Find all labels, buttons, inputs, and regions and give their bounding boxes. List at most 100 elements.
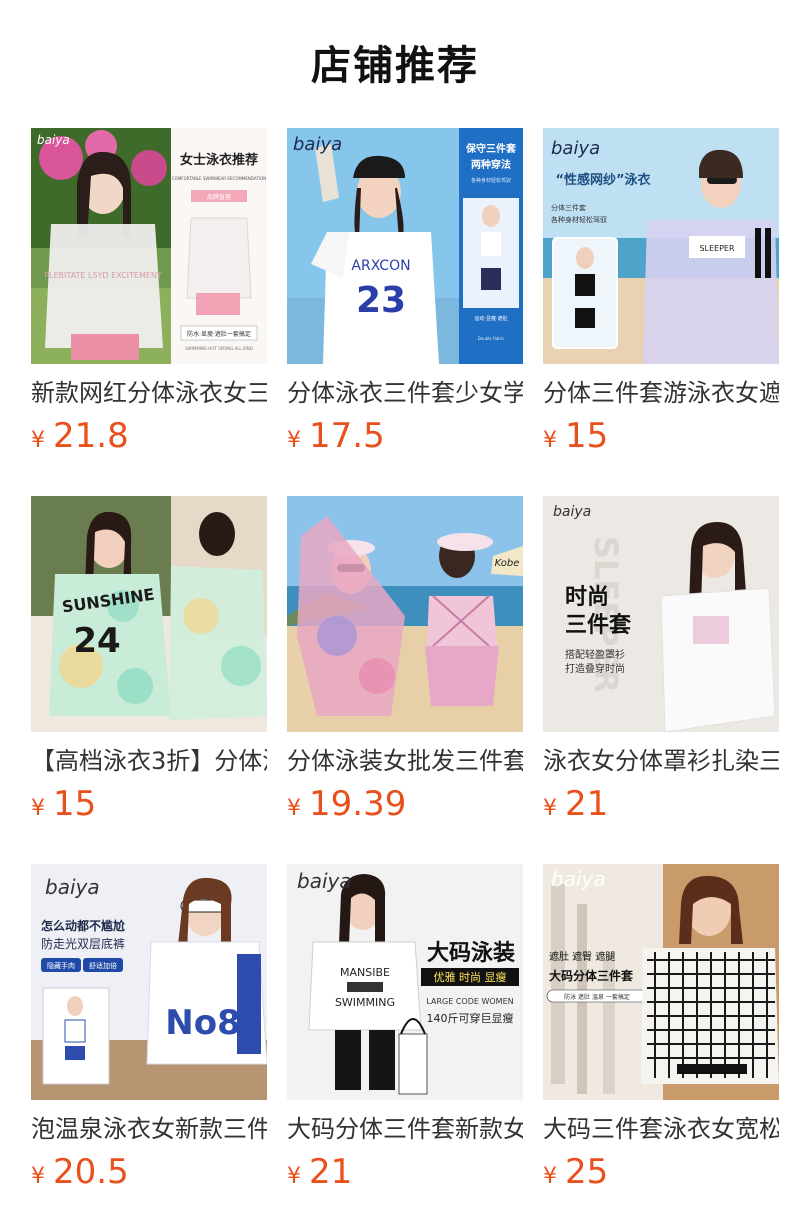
image-text: 防水·显瘦·遮肚一套搞定 <box>187 330 251 338</box>
price-row: ¥ 20.5 <box>31 1152 267 1192</box>
image-text: 防泳 遮肚 温泉 一套搞定 <box>564 993 630 1001</box>
product-name[interactable]: 泡温泉泳衣女新款三件套 <box>31 1112 267 1146</box>
currency-symbol: ¥ <box>31 428 45 453</box>
product-price: 17.5 <box>309 416 385 456</box>
product-image[interactable]: 遮肚 遮臀 遮腿 大码分体三件套 防泳 遮肚 温泉 一套搞定 baiya <box>543 864 779 1100</box>
price-row: ¥ 21 <box>543 784 779 824</box>
product-image[interactable]: 怎么动都不尴尬 防走光双层底裤 隐藏手肉 舒适加倍 No8 baiya <box>31 864 267 1100</box>
image-text: No8 <box>165 1003 240 1043</box>
store-recommendation-page: 店铺推荐 女士泳衣推荐 COMFORTABLE SWIMWEAR RECOMME… <box>0 0 790 1232</box>
image-text: MANSIBE <box>340 966 390 979</box>
image-text: 品牌直营 <box>207 193 231 201</box>
product-name[interactable]: 分体泳装女批发三件套扎染 <box>287 744 523 778</box>
currency-symbol: ¥ <box>31 1164 45 1189</box>
price-row: ¥ 19.39 <box>287 784 523 824</box>
price-row: ¥ 17.5 <box>287 416 523 456</box>
image-text: SWIMMING HOT SPRING ALL KIND <box>185 346 253 351</box>
image-brand: baiya <box>297 869 352 893</box>
price-row: ¥ 25 <box>543 1152 779 1192</box>
product-name[interactable]: 分体泳衣三件套少女学生 <box>287 376 523 410</box>
image-text: 优雅 时尚 显瘦 <box>434 970 507 984</box>
image-text: ARXCON <box>351 258 410 274</box>
image-text: SLEEPER <box>699 244 735 253</box>
product-price: 15 <box>565 416 609 456</box>
product-card[interactable]: 大码泳装 优雅 时尚 显瘦 LARGE CODE WOMEN 140斤可穿巨显瘦… <box>287 864 523 1232</box>
product-card[interactable]: SLEEPER 时尚 三件套 搭配轻盈罩衫 打造叠穿时尚 baiya 泳衣女分体… <box>543 496 779 864</box>
product-price: 15 <box>53 784 97 824</box>
product-image[interactable]: SLEEPER 时尚 三件套 搭配轻盈罩衫 打造叠穿时尚 baiya <box>543 496 779 732</box>
currency-symbol: ¥ <box>287 428 301 453</box>
product-image[interactable]: 大码泳装 优雅 时尚 显瘦 LARGE CODE WOMEN 140斤可穿巨显瘦… <box>287 864 523 1100</box>
image-text: 舒适加倍 <box>89 961 117 970</box>
image-text: 各种身材轻松驾驭 <box>551 215 607 224</box>
image-text: 搭配轻盈罩衫 <box>565 648 625 661</box>
product-card[interactable]: 怎么动都不尴尬 防走光双层底裤 隐藏手肉 舒适加倍 No8 baiya 泡温泉泳… <box>31 864 267 1232</box>
image-text: 三件套 <box>565 612 631 638</box>
product-image[interactable]: 保守三件套 两种穿法 各种身材轻松驾驭 运动·显瘦·遮肚 Double fabr… <box>287 128 523 364</box>
product-price: 19.39 <box>309 784 407 824</box>
product-card[interactable]: 女士泳衣推荐 COMFORTABLE SWIMWEAR RECOMMENDATI… <box>31 128 267 496</box>
product-card[interactable]: 遮肚 遮臀 遮腿 大码分体三件套 防泳 遮肚 温泉 一套搞定 baiya 大码三… <box>543 864 779 1232</box>
image-text: Kobe <box>495 558 520 569</box>
product-price: 25 <box>565 1152 609 1192</box>
image-text: 大码泳装 <box>427 941 515 966</box>
price-row: ¥ 15 <box>543 416 779 456</box>
image-text: 时尚 <box>565 585 609 610</box>
image-text: 防走光双层底裤 <box>41 936 125 951</box>
image-text: 140斤可穿巨显瘦 <box>427 1011 514 1025</box>
image-text: 运动·显瘦·遮肚 <box>474 315 507 322</box>
image-text: Double fabric <box>478 336 505 341</box>
image-text: 两种穿法 <box>471 158 511 171</box>
image-text: 23 <box>356 280 406 321</box>
image-text: 大码分体三件套 <box>549 968 634 983</box>
product-image[interactable]: SUNSHINE 24 <box>31 496 267 732</box>
product-card[interactable]: Kobe 分体泳装女批发三件套扎染 ¥ 19.39 <box>287 496 523 864</box>
image-text: 各种身材轻松驾驭 <box>471 177 511 184</box>
currency-symbol: ¥ <box>287 796 301 821</box>
currency-symbol: ¥ <box>543 1164 557 1189</box>
product-name[interactable]: 大码分体三件套新款女泳衣 <box>287 1112 523 1146</box>
image-text: “性感网纱”泳衣 <box>555 172 650 188</box>
product-card[interactable]: SUNSHINE 24 【高档泳衣3折】分体泳衣 ¥ 15 <box>31 496 267 864</box>
product-price: 21.8 <box>53 416 129 456</box>
currency-symbol: ¥ <box>287 1164 301 1189</box>
image-text: COMFORTABLE SWIMWEAR RECOMMENDATION <box>172 176 266 181</box>
image-text: 分体三件套 <box>551 203 586 212</box>
image-text: 保守三件套 <box>465 142 517 155</box>
image-brand: baiya <box>293 134 342 155</box>
image-text: 遮肚 遮臀 遮腿 <box>549 950 615 963</box>
currency-symbol: ¥ <box>543 428 557 453</box>
product-image[interactable]: Kobe <box>287 496 523 732</box>
product-card[interactable]: “性感网纱”泳衣 分体三件套 各种身材轻松驾驭 SLEEPER baiya 分体… <box>543 128 779 496</box>
product-name[interactable]: 大码三件套泳衣女宽松显瘦 <box>543 1112 779 1146</box>
price-row: ¥ 15 <box>31 784 267 824</box>
image-text: LARGE CODE WOMEN <box>426 997 513 1006</box>
image-text: PLEBITATE LSYD EXCITEMENT <box>44 271 162 280</box>
product-image[interactable]: 女士泳衣推荐 COMFORTABLE SWIMWEAR RECOMMENDATI… <box>31 128 267 364</box>
image-text: 女士泳衣推荐 <box>180 152 258 168</box>
currency-symbol: ¥ <box>31 796 45 821</box>
image-brand: baiya <box>37 133 70 147</box>
product-name[interactable]: 新款网红分体泳衣女三件套 <box>31 376 267 410</box>
price-row: ¥ 21 <box>287 1152 523 1192</box>
product-name[interactable]: 分体三件套游泳衣女遮肚 <box>543 376 779 410</box>
image-text: 隐藏手肉 <box>47 961 75 970</box>
product-image[interactable]: “性感网纱”泳衣 分体三件套 各种身材轻松驾驭 SLEEPER baiya <box>543 128 779 364</box>
product-price: 21 <box>309 1152 353 1192</box>
product-price: 21 <box>565 784 609 824</box>
price-row: ¥ 21.8 <box>31 416 267 456</box>
section-title: 店铺推荐 <box>311 43 479 89</box>
image-brand: baiya <box>551 138 600 159</box>
image-text: 怎么动都不尴尬 <box>41 918 125 933</box>
image-text: 打造叠穿时尚 <box>565 662 625 675</box>
currency-symbol: ¥ <box>543 796 557 821</box>
image-brand: baiya <box>45 875 100 899</box>
product-card[interactable]: 保守三件套 两种穿法 各种身材轻松驾驭 运动·显瘦·遮肚 Double fabr… <box>287 128 523 496</box>
image-brand: baiya <box>553 504 591 520</box>
image-text: 24 <box>73 621 120 661</box>
product-name[interactable]: 【高档泳衣3折】分体泳衣 <box>31 744 267 778</box>
image-brand: baiya <box>551 867 606 891</box>
product-name[interactable]: 泳衣女分体罩衫扎染三件套 <box>543 744 779 778</box>
product-price: 20.5 <box>53 1152 129 1192</box>
product-grid: 女士泳衣推荐 COMFORTABLE SWIMWEAR RECOMMENDATI… <box>31 128 779 1232</box>
